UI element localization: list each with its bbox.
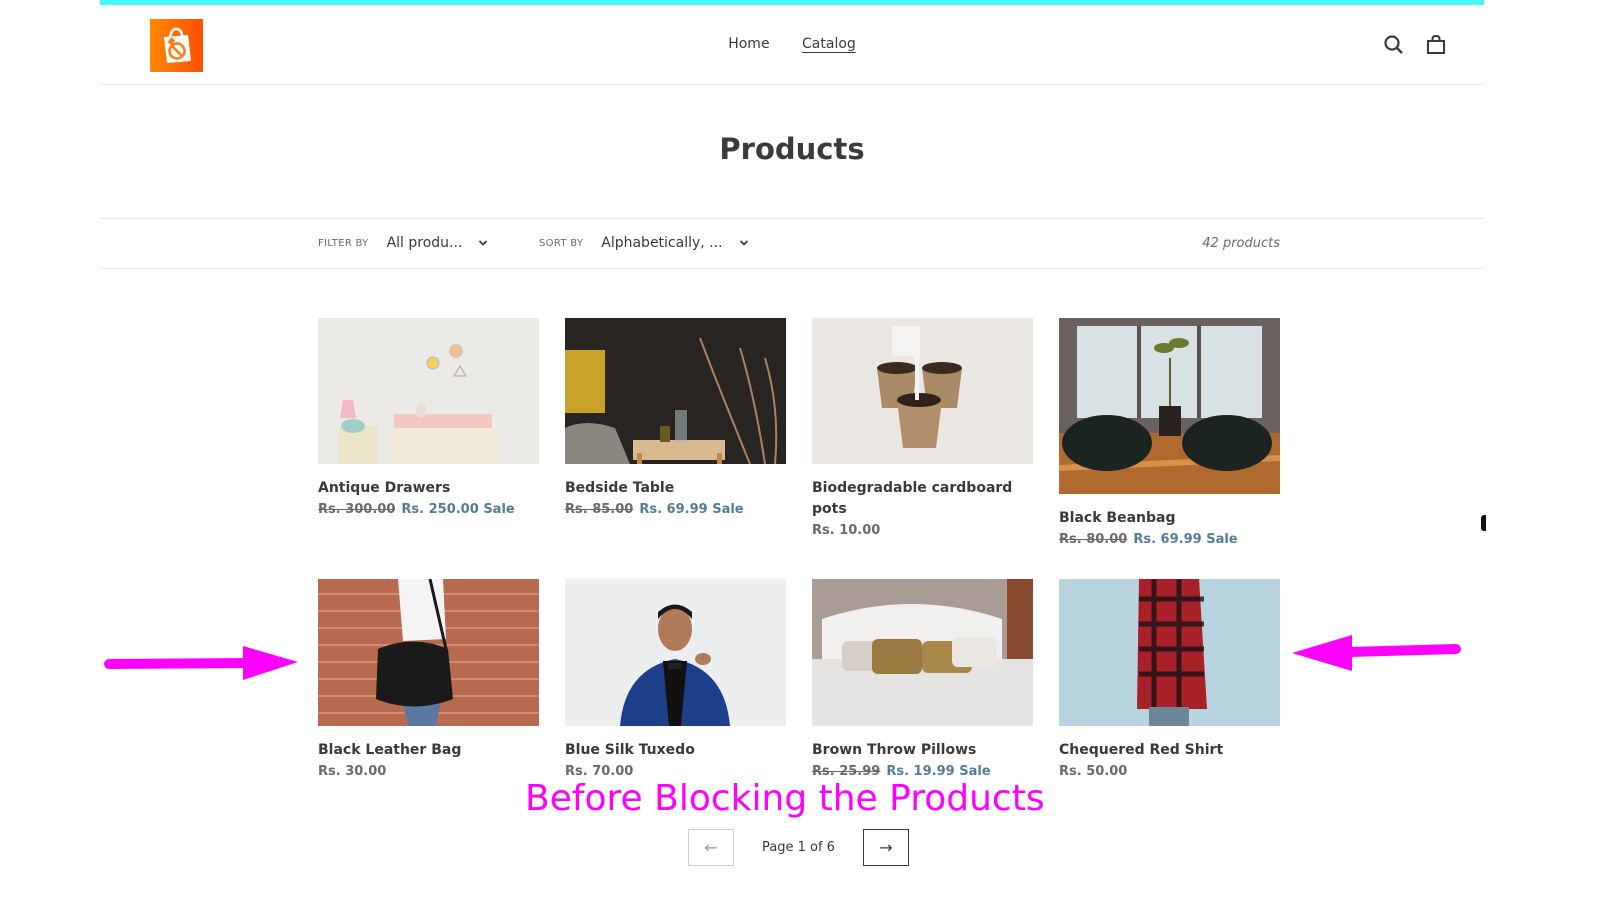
product-price: Rs. 10.00: [812, 520, 1033, 541]
sale-price: Rs. 69.99: [639, 502, 708, 517]
filter-label: FILTER BY: [318, 237, 369, 249]
site-header: Home Catalog: [100, 5, 1484, 85]
product-image[interactable]: [318, 318, 539, 464]
regular-price: Rs. 10.00: [812, 523, 881, 538]
product-price: Rs. 300.00 Rs. 250.00 Sale: [318, 499, 539, 520]
product-count: 42 products: [1202, 236, 1280, 251]
product-card[interactable]: Biodegradable cardboard pots Rs. 10.00: [812, 318, 1033, 541]
sale-price: Rs. 69.99: [1133, 532, 1202, 547]
original-price: Rs. 85.00: [565, 502, 634, 517]
nav-home[interactable]: Home: [728, 36, 769, 52]
product-image[interactable]: [565, 579, 786, 726]
page: Home Catalog Products FILTER BY All prod…: [100, 0, 1486, 900]
sale-price: Rs. 19.99: [886, 764, 955, 779]
product-name[interactable]: Black Beanbag: [1059, 508, 1280, 529]
annotation-text: Before Blocking the Products: [525, 778, 1045, 819]
product-name[interactable]: Blue Silk Tuxedo: [565, 740, 786, 761]
product-price: Rs. 30.00: [318, 761, 539, 782]
product-card[interactable]: Antique Drawers Rs. 300.00 Rs. 250.00 Sal…: [318, 318, 539, 520]
product-image[interactable]: [812, 579, 1033, 726]
page-indicator: Page 1 of 6: [762, 840, 835, 855]
product-image[interactable]: [812, 318, 1033, 464]
product-card[interactable]: Black Leather Bag Rs. 30.00: [318, 579, 539, 782]
regular-price: Rs. 50.00: [1059, 764, 1128, 779]
regular-price: Rs. 70.00: [565, 764, 634, 779]
product-price: Rs. 80.00 Rs. 69.99 Sale: [1059, 529, 1280, 550]
original-price: Rs. 80.00: [1059, 532, 1128, 547]
product-card[interactable]: Black Beanbag Rs. 80.00 Rs. 69.99 Sale: [1059, 318, 1280, 550]
sale-badge: Sale: [483, 502, 515, 517]
sale-badge: Sale: [959, 764, 991, 779]
product-name[interactable]: Antique Drawers: [318, 478, 539, 499]
product-price: Rs. 50.00: [1059, 761, 1280, 782]
filter-select[interactable]: All produ...: [387, 235, 463, 251]
product-card[interactable]: Blue Silk Tuxedo Rs. 70.00: [565, 579, 786, 782]
regular-price: Rs. 30.00: [318, 764, 387, 779]
nav-catalog[interactable]: Catalog: [802, 36, 856, 52]
product-name[interactable]: Chequered Red Shirt: [1059, 740, 1280, 761]
sort-group: SORT BY Alphabetically, ...: [539, 235, 749, 251]
sort-select[interactable]: Alphabetically, ...: [601, 235, 722, 251]
prev-page-button[interactable]: ←: [688, 829, 734, 866]
product-card[interactable]: Chequered Red Shirt Rs. 50.00: [1059, 579, 1280, 782]
sort-label: SORT BY: [539, 237, 584, 249]
filter-group: FILTER BY All produ...: [318, 235, 488, 251]
product-name[interactable]: Brown Throw Pillows: [812, 740, 1033, 761]
original-price: Rs. 300.00: [318, 502, 396, 517]
product-image[interactable]: [1059, 579, 1280, 726]
pagination: ← Page 1 of 6 →: [688, 829, 909, 866]
product-name[interactable]: Black Leather Bag: [318, 740, 539, 761]
main-nav: Home Catalog: [100, 36, 1484, 52]
product-name[interactable]: Biodegradable cardboard pots: [812, 478, 1033, 520]
header-icons: [1382, 33, 1448, 57]
page-title: Products: [719, 132, 865, 166]
product-price: Rs. 85.00 Rs. 69.99 Sale: [565, 499, 786, 520]
search-icon[interactable]: [1382, 33, 1406, 57]
product-image[interactable]: [1059, 318, 1280, 494]
cart-icon[interactable]: [1424, 33, 1448, 57]
product-image[interactable]: [565, 318, 786, 464]
scroll-indicator: [1481, 515, 1486, 531]
filter-bar: FILTER BY All produ... SORT BY Alphabeti…: [100, 218, 1484, 269]
product-card[interactable]: Brown Throw Pillows Rs. 25.99 Rs. 19.99 S…: [812, 579, 1033, 782]
sale-badge: Sale: [1206, 532, 1238, 547]
product-card[interactable]: Bedside Table Rs. 85.00 Rs. 69.99 Sale: [565, 318, 786, 520]
chevron-down-icon[interactable]: [739, 238, 749, 248]
sale-price: Rs. 250.00: [401, 502, 479, 517]
sale-badge: Sale: [712, 502, 744, 517]
chevron-down-icon[interactable]: [478, 238, 488, 248]
annotation-arrow-left-icon: [1292, 635, 1461, 671]
product-name[interactable]: Bedside Table: [565, 478, 786, 499]
product-image[interactable]: [318, 579, 539, 726]
next-page-button[interactable]: →: [863, 829, 909, 866]
original-price: Rs. 25.99: [812, 764, 881, 779]
annotation-arrow-right-icon: [104, 646, 298, 680]
